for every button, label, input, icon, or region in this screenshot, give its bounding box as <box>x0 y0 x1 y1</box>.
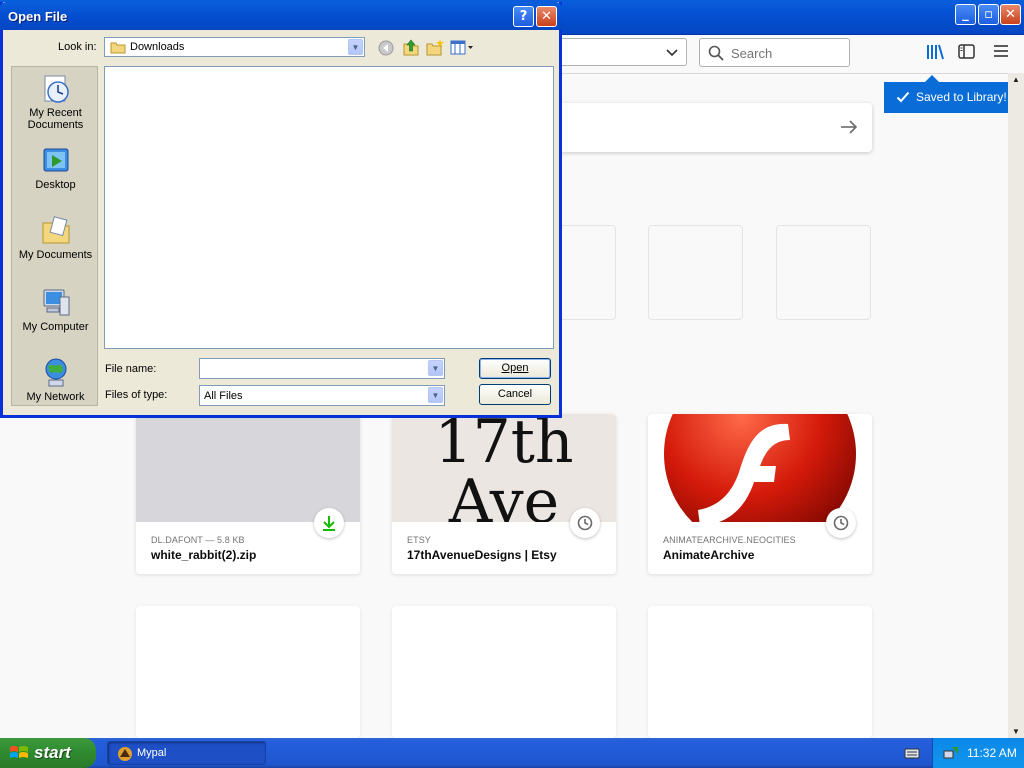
close-window-button[interactable]: ✕ <box>1000 4 1021 25</box>
place-my-network[interactable]: My Network <box>12 357 99 403</box>
look-in-label: Look in: <box>58 41 97 53</box>
place-my-recent-documents[interactable]: My Recent Documents <box>12 73 99 131</box>
card-context: ETSY <box>407 535 431 545</box>
chevron-down-icon[interactable]: ▼ <box>428 360 443 376</box>
place-label: My Network <box>26 391 85 403</box>
thumb-text-line1: 17th <box>434 414 574 477</box>
place-my-computer[interactable]: My Computer <box>12 287 99 333</box>
arrow-right-icon[interactable] <box>840 119 858 135</box>
look-in-select[interactable]: Downloads ▼ <box>104 37 365 57</box>
top-site-tile[interactable] <box>776 225 871 320</box>
saved-popup-text: Saved to Library! <box>916 90 1007 104</box>
open-button-label: Open <box>501 362 529 374</box>
card-title: white_rabbit(2).zip <box>151 548 257 562</box>
place-label: My Recent Documents <box>27 107 84 131</box>
folder-icon <box>110 42 126 54</box>
file-list-view[interactable] <box>104 66 554 349</box>
clock-icon <box>570 508 600 538</box>
my-documents-icon <box>42 216 69 244</box>
card-context: ANIMATEARCHIVE.NEOCITIES <box>663 535 796 545</box>
dialog-close-button[interactable]: ✕ <box>536 6 557 27</box>
place-label: My Computer <box>22 321 89 333</box>
file-name-input[interactable]: ▼ <box>199 358 445 379</box>
highlight-card[interactable]: DL.DAFONT — 5.8 KB white_rabbit(2).zip <box>136 414 360 574</box>
my-computer-icon <box>43 289 69 316</box>
page-search-bar[interactable] <box>540 103 872 152</box>
dialog-title: Open File <box>8 9 68 24</box>
new-folder-icon[interactable] <box>426 39 444 56</box>
look-in-value: Downloads <box>130 41 185 53</box>
recent-documents-icon <box>44 75 69 103</box>
place-label: My Documents <box>18 249 93 261</box>
files-of-type-value: All Files <box>204 390 243 402</box>
system-tray: 11:32 AM <box>932 738 1024 768</box>
chevron-down-icon[interactable]: ▼ <box>428 387 443 403</box>
card-thumbnail: 17th Ave <box>392 414 616 522</box>
highlight-card[interactable]: 17th Ave ETSY 17thAvenueDesigns | Etsy <box>392 414 616 574</box>
place-my-documents[interactable]: My Documents <box>12 215 99 261</box>
cancel-button[interactable]: Cancel <box>479 384 551 405</box>
empty-card <box>392 606 616 738</box>
taskbar: start Mypal 11:32 AM <box>0 738 1024 768</box>
clock: 11:32 AM <box>967 746 1017 760</box>
card-title: 17thAvenueDesigns | Etsy <box>407 548 557 562</box>
card-thumbnail <box>136 414 360 522</box>
highlight-card[interactable]: ANIMATEARCHIVE.NEOCITIES AnimateArchive <box>648 414 872 574</box>
place-desktop[interactable]: Desktop <box>12 145 99 191</box>
popup-arrow <box>925 75 939 82</box>
windows-logo-icon <box>10 746 28 758</box>
chevron-down-icon <box>666 49 678 57</box>
open-file-dialog: Open File ? ✕ Look in: Downloads ▼ My Re… <box>0 2 562 418</box>
help-button[interactable]: ? <box>513 6 534 27</box>
chevron-down-icon[interactable]: ▼ <box>348 39 363 55</box>
minimize-button[interactable]: _ <box>955 4 976 25</box>
restore-button[interactable]: ▫ <box>978 4 999 25</box>
taskbar-item-label: Mypal <box>137 747 167 759</box>
file-name-label: File name: <box>105 363 157 375</box>
my-network-icon <box>45 358 66 387</box>
scroll-down-icon[interactable]: ▼ <box>1012 727 1020 736</box>
empty-card <box>648 606 872 738</box>
keyboard-icon[interactable] <box>904 746 920 760</box>
library-icon[interactable] <box>926 44 944 60</box>
dialog-titlebar[interactable]: Open File ? ✕ <box>0 2 562 30</box>
card-title: AnimateArchive <box>663 548 755 562</box>
desktop-icon <box>43 148 68 172</box>
open-button[interactable]: Open <box>479 358 551 379</box>
back-icon[interactable] <box>378 40 394 56</box>
checkmark-icon <box>896 91 910 103</box>
places-bar: My Recent Documents Desktop My Documents… <box>11 66 98 406</box>
search-placeholder: Search <box>731 46 773 61</box>
saved-to-library-popup: Saved to Library! <box>884 75 1020 113</box>
top-site-tile[interactable] <box>648 225 743 320</box>
url-bar-dropdown[interactable] <box>560 38 687 66</box>
empty-card <box>136 606 360 738</box>
files-of-type-select[interactable]: All Files ▼ <box>199 385 445 406</box>
hamburger-menu-icon[interactable] <box>994 44 1008 58</box>
network-tray-icon[interactable] <box>943 745 959 761</box>
card-thumbnail <box>648 414 872 522</box>
scroll-up-icon[interactable]: ▲ <box>1012 75 1020 84</box>
sidebar-icon[interactable] <box>958 44 975 59</box>
taskbar-item-mypal[interactable]: Mypal <box>107 741 266 765</box>
start-label: start <box>34 743 71 762</box>
view-menu-icon[interactable] <box>450 40 474 56</box>
vertical-scrollbar[interactable]: ▲ ▼ <box>1008 73 1024 738</box>
files-of-type-label: Files of type: <box>105 389 168 401</box>
download-icon <box>314 508 344 538</box>
start-button[interactable]: start <box>0 738 96 768</box>
search-input[interactable]: Search <box>699 38 850 67</box>
mypal-app-icon <box>118 747 132 761</box>
search-icon <box>708 45 724 61</box>
card-context: DL.DAFONT — 5.8 KB <box>151 535 245 545</box>
up-one-level-icon[interactable] <box>402 38 420 56</box>
flash-logo-image <box>664 414 856 522</box>
clock-icon <box>826 508 856 538</box>
place-label: Desktop <box>35 179 76 191</box>
